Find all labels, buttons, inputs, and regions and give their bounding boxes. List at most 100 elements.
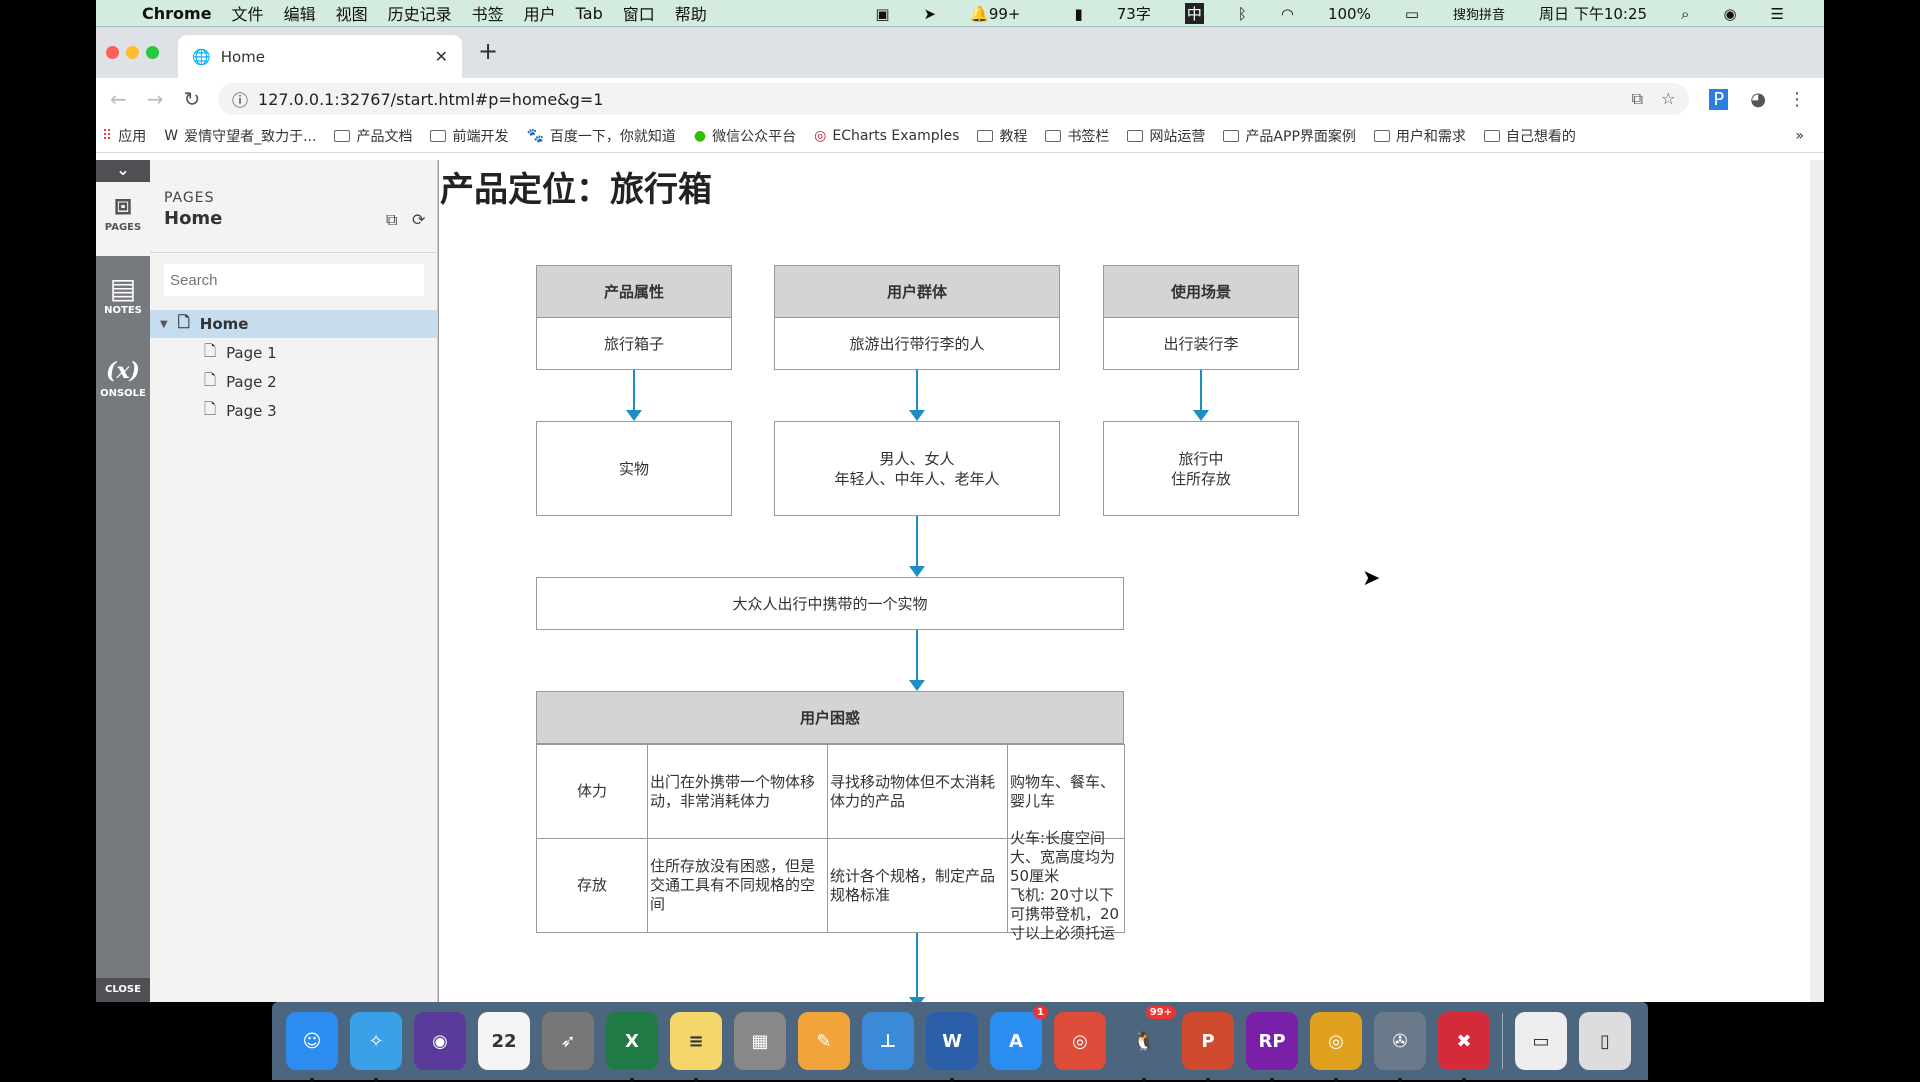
menu-item[interactable]: 用户 — [524, 1, 556, 25]
zoom-window-button[interactable] — [146, 46, 159, 59]
pain-cell-name: 体力 — [536, 744, 648, 839]
wifi-icon[interactable]: ◠ — [1281, 5, 1294, 23]
close-panel-button[interactable]: CLOSE — [96, 978, 150, 1002]
reload-icon[interactable]: ↻ — [184, 87, 201, 111]
screen-record-icon[interactable]: ▣ — [875, 5, 889, 23]
flow-arrow — [916, 933, 918, 1002]
qq-status[interactable]: 🔔99+ — [970, 5, 1040, 23]
bookmark-item[interactable]: 网站运营 — [1127, 126, 1205, 146]
dock-chrome-icon[interactable]: ◎ — [1054, 1012, 1106, 1070]
page-search-input[interactable] — [164, 264, 424, 296]
clock[interactable]: 周日 下午10:25 — [1539, 3, 1647, 24]
battery-status[interactable]: 100% — [1328, 5, 1371, 23]
column-value: 旅行箱子 — [536, 317, 732, 370]
menu-item[interactable]: Tab — [576, 4, 603, 23]
menu-dots-icon[interactable]: ⋮ — [1788, 89, 1806, 110]
bluetooth-icon[interactable]: ᛒ — [1238, 5, 1247, 23]
menu-item[interactable]: 文件 — [232, 1, 264, 25]
menu-item[interactable]: 书签 — [472, 1, 504, 25]
menu-item[interactable]: 窗口 — [623, 1, 655, 25]
dock-chrome-2-icon[interactable]: ◎ — [1310, 1012, 1362, 1082]
dock-calendar-icon[interactable]: 22 — [478, 1012, 530, 1070]
menu-app-name[interactable]: Chrome — [142, 4, 212, 23]
menu-item[interactable]: 视图 — [336, 1, 368, 25]
pages-tab[interactable]: ⧈ PAGES — [96, 182, 150, 256]
bookmark-item[interactable]: 用户和需求 — [1373, 126, 1466, 146]
notification-badge: 1 — [1033, 1006, 1048, 1019]
highlight-cursor-icon[interactable]: ⟳ — [412, 210, 425, 229]
page-tree-item[interactable]: 🗋 Page 3 — [150, 397, 438, 425]
bookmark-item[interactable]: 教程 — [977, 126, 1027, 146]
dock-qq-icon[interactable]: 🐧 99+ — [1118, 1006, 1176, 1082]
dock-finder-icon[interactable]: ☺ — [286, 1012, 338, 1082]
dock-pages-icon[interactable]: ✎ — [798, 1012, 850, 1070]
bookmark-item[interactable]: W 爱情守望者_致力于... — [164, 126, 316, 146]
qq-count: 99+ — [988, 4, 1021, 23]
dock-app-store-icon[interactable]: A1 — [990, 1006, 1048, 1070]
dock-notes-icon[interactable]: ≡ — [670, 1012, 722, 1082]
notes-tab[interactable]: ▤ NOTES — [96, 272, 150, 316]
tab-home[interactable]: 🌐 Home ✕ — [178, 35, 462, 78]
info-icon[interactable]: ⓘ — [232, 87, 248, 111]
new-tab-button[interactable]: + — [478, 37, 498, 65]
collapse-chevron-icon[interactable]: ⌄ — [96, 160, 150, 182]
dock-glyph: ➶ — [560, 1030, 576, 1052]
dock-powerpoint-icon[interactable]: P — [1182, 1012, 1234, 1082]
close-window-button[interactable] — [106, 46, 119, 59]
folder-icon — [1373, 130, 1390, 142]
address-bar[interactable]: ⓘ 127.0.0.1:32767/start.html#p=home&g=1 … — [218, 83, 1690, 115]
dock-safari-icon[interactable]: ✧ — [350, 1012, 402, 1082]
char-count[interactable]: 73字 — [1117, 3, 1151, 24]
bookmark-item[interactable]: 自己想看的 — [1483, 126, 1576, 146]
bookmark-item[interactable]: 🐾 百度一下，你就知道 — [526, 126, 675, 146]
bookmark-star-icon[interactable]: ☆ — [1661, 89, 1675, 109]
bookmark-item[interactable]: 前端开发 — [430, 126, 508, 146]
page-tree-item[interactable]: 🗋 Page 1 — [150, 339, 438, 367]
bookmark-item[interactable]: 书签栏 — [1045, 126, 1109, 146]
notification-icon[interactable]: ▮ — [1074, 5, 1082, 23]
dock-xmind-icon[interactable]: ✖ — [1438, 1012, 1490, 1082]
close-tab-icon[interactable]: ✕ — [435, 47, 448, 66]
bookmarks-overflow-button[interactable]: » — [1795, 128, 1804, 144]
send-icon[interactable]: ➤ — [924, 5, 937, 23]
dock-calculator-icon[interactable]: ▦ — [734, 1012, 786, 1070]
console-tab[interactable]: (x) ONSOLE — [96, 358, 150, 399]
dock-launchpad-icon[interactable]: ➶ — [542, 1012, 594, 1070]
minimize-window-button[interactable] — [126, 46, 139, 59]
siri-icon[interactable]: ◉ — [1723, 5, 1736, 23]
dock-excel-icon[interactable]: X — [606, 1012, 658, 1082]
bookmark-item[interactable]: ● 微信公众平台 — [694, 126, 796, 146]
page-tree-item[interactable]: ▼ 🗋 Home — [150, 310, 438, 338]
dock-video-editor-icon[interactable]: ✇ — [1374, 1012, 1426, 1082]
menu-item[interactable]: 编辑 — [284, 1, 316, 25]
bookmark-item[interactable]: ⠿ 应用 — [102, 126, 146, 146]
bookmark-item[interactable]: 产品文档 — [334, 126, 412, 146]
bookmark-label: 百度一下，你就知道 — [549, 129, 676, 145]
menu-item[interactable]: 帮助 — [675, 1, 707, 25]
spotlight-search-icon[interactable]: ⌕ — [1681, 5, 1689, 23]
expand-triangle-icon[interactable]: ▼ — [160, 319, 168, 330]
pain-cell-text: 出门在外携带一个物体移动，非常消耗体力 — [650, 772, 816, 810]
ime-name[interactable]: 搜狗拼音 — [1453, 4, 1505, 23]
dock-glyph: ◉ — [432, 1030, 448, 1052]
dock-siri-icon[interactable]: ◉ — [414, 1012, 466, 1070]
notification-center-icon[interactable]: ☰ — [1771, 5, 1784, 23]
dock-trash-icon[interactable]: ▯ — [1579, 1012, 1631, 1070]
forward-icon[interactable]: → — [147, 87, 164, 111]
dock-word-icon[interactable]: W — [926, 1012, 978, 1082]
menu-item[interactable]: 历史记录 — [388, 1, 452, 25]
dock-axure-rp-icon[interactable]: RP — [1246, 1012, 1298, 1082]
profile-icon[interactable]: ◕ — [1750, 89, 1766, 110]
page-tree-item[interactable]: 🗋 Page 2 — [150, 368, 438, 396]
translate-icon[interactable]: ⧉ — [1632, 89, 1643, 109]
dock-screenshot-doc-icon[interactable]: ▭ — [1515, 1012, 1567, 1070]
ime-cn[interactable]: 中 — [1184, 3, 1204, 24]
back-icon[interactable]: ← — [110, 87, 127, 111]
dock-keynote-icon[interactable]: ⊥ — [862, 1012, 914, 1070]
open-external-icon[interactable]: ⧉ — [386, 210, 397, 230]
flow-arrow — [916, 630, 918, 689]
bookmark-item[interactable]: 产品APP界面案例 — [1223, 126, 1356, 146]
extension-p-icon[interactable]: P — [1709, 88, 1729, 110]
bookmark-item[interactable]: ◎ ECharts Examples — [814, 128, 959, 144]
battery-icon[interactable]: ▭ — [1405, 5, 1419, 23]
